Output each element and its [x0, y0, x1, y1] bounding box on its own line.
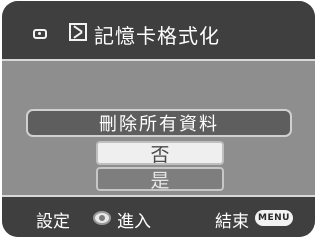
menu-button-icon[interactable]: MENU [255, 210, 293, 226]
camera-lcd-screen: 記憶卡格式化 刪除所有資料 否 是 設定 進入 結束 MENU [2, 1, 315, 237]
title-bar: 記憶卡格式化 [2, 1, 315, 61]
set-label: 設定 [36, 212, 70, 232]
delete-all-data-option: 刪除所有資料 [26, 109, 292, 137]
no-button[interactable]: 否 [96, 141, 224, 166]
yes-button[interactable]: 是 [96, 167, 224, 192]
joystick-icon [93, 211, 111, 225]
page-title: 記憶卡格式化 [94, 24, 220, 48]
memory-card-icon [69, 23, 87, 41]
option-label: 刪除所有資料 [99, 114, 219, 135]
enter-label: 進入 [117, 212, 151, 232]
bottom-bar: 設定 進入 結束 MENU [2, 195, 315, 237]
end-label: 結束 [215, 212, 249, 232]
photo-mode-icon [33, 29, 47, 39]
